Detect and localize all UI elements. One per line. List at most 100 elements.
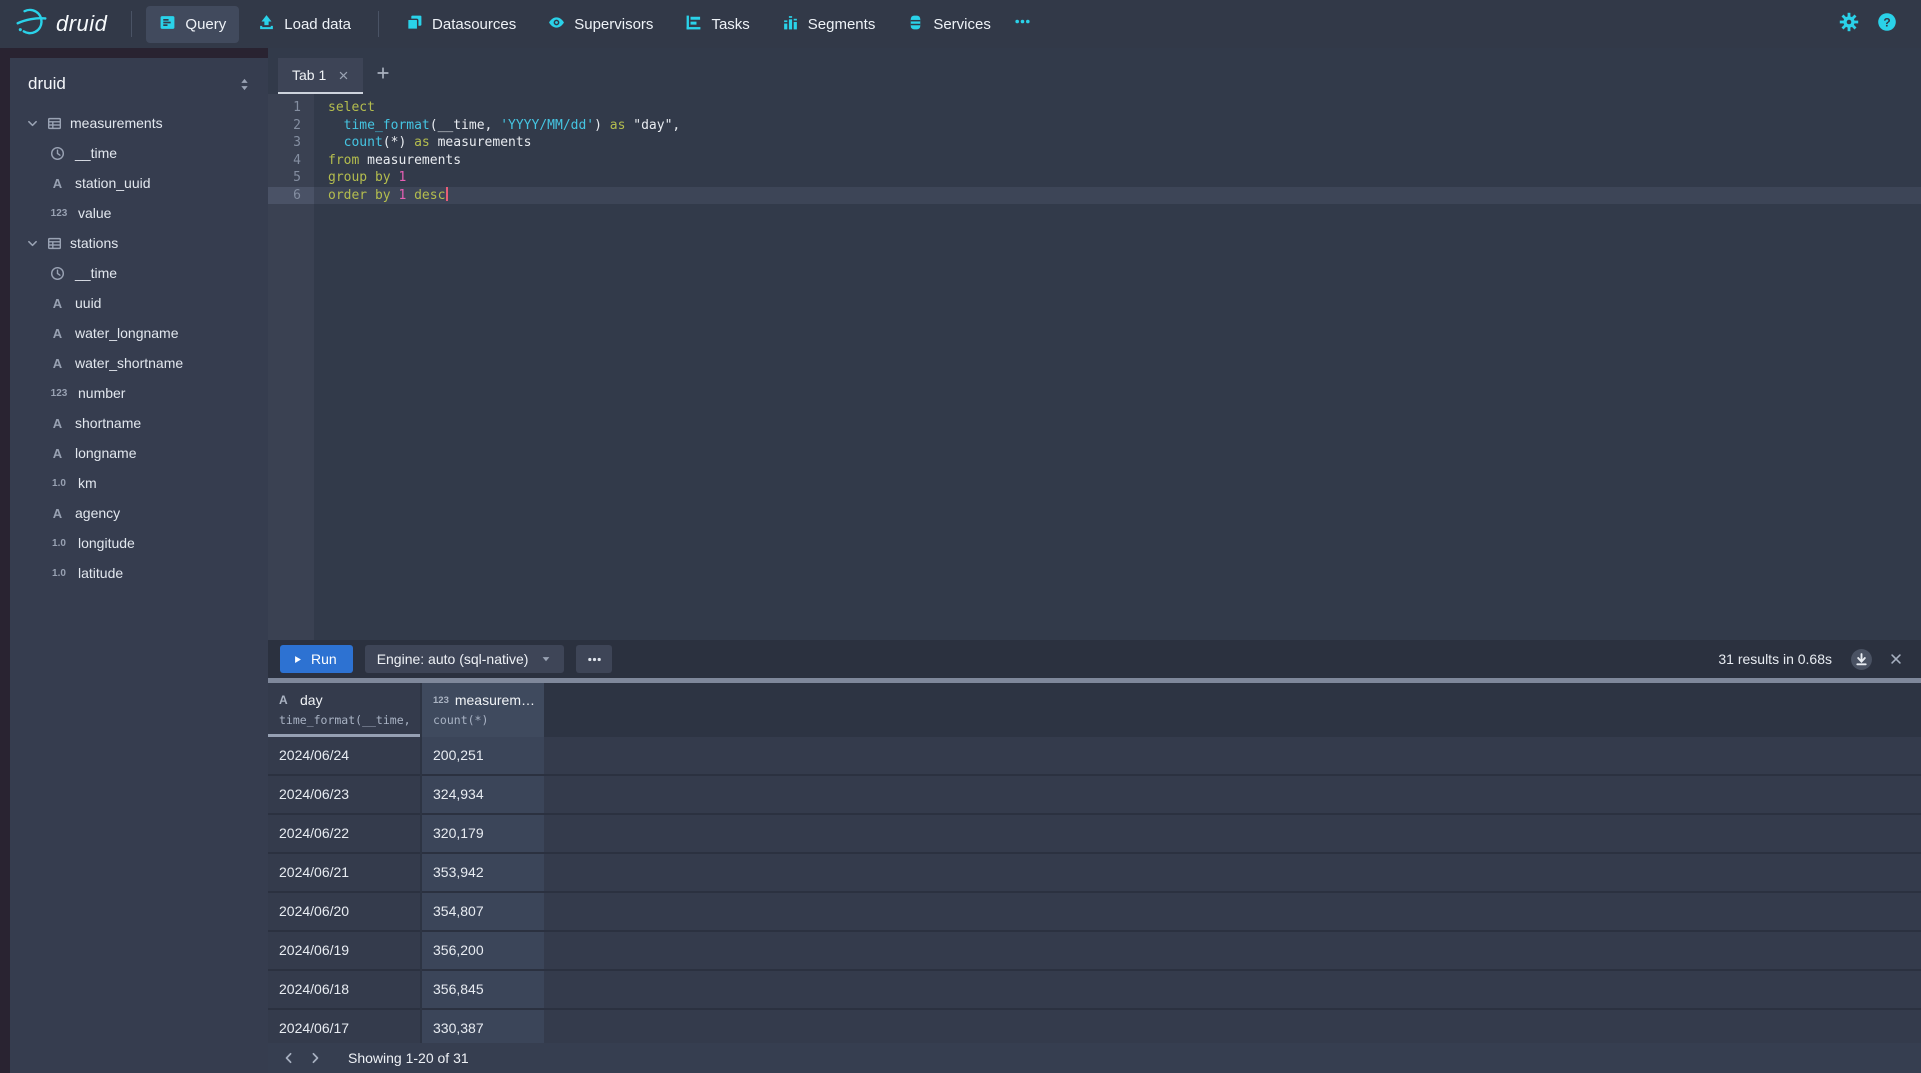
navbar-group-secondary: DatasourcesSupervisors Tasks Segments Servi… bbox=[393, 6, 1004, 43]
results-panel: Aday time_format(__time, … 123measurem… cou… bbox=[268, 683, 1921, 1043]
code-line-4: 4from measurements bbox=[268, 152, 1921, 170]
tree-column-shortname[interactable]: Ashortname bbox=[10, 408, 268, 438]
cell-measurements[interactable]: 356,845 bbox=[422, 971, 544, 1010]
cell-day[interactable]: 2024/06/23 bbox=[268, 776, 420, 815]
tree-table-stations[interactable]: stations bbox=[10, 228, 268, 258]
tree-column-water-shortname[interactable]: Awater_shortname bbox=[10, 348, 268, 378]
column-header-measurem-[interactable]: 123measurem… count(*) bbox=[422, 683, 544, 737]
cell-day[interactable]: 2024/06/20 bbox=[268, 893, 420, 932]
tree-column--time[interactable]: __time bbox=[10, 138, 268, 168]
cell-day[interactable]: 2024/06/22 bbox=[268, 815, 420, 854]
line-number: 4 bbox=[268, 152, 314, 170]
tree-column-uuid[interactable]: Auuid bbox=[10, 288, 268, 318]
tree-column-label: km bbox=[78, 475, 97, 491]
editor-lines: 1select2 time_format(__time, 'YYYY/MM/dd… bbox=[268, 99, 1921, 204]
cell-day[interactable]: 2024/06/24 bbox=[268, 737, 420, 776]
string-type-icon: A bbox=[50, 506, 65, 521]
download-results-button[interactable] bbox=[1850, 648, 1873, 671]
tree-column-latitude[interactable]: 1.0 latitude bbox=[10, 558, 268, 588]
column-header-day[interactable]: Aday time_format(__time, … bbox=[268, 683, 420, 737]
more-icon bbox=[587, 652, 602, 667]
double-caret-sort-icon[interactable] bbox=[237, 77, 252, 92]
query-more-button[interactable] bbox=[576, 645, 612, 673]
cell-measurements[interactable]: 320,179 bbox=[422, 815, 544, 854]
table-row: 2024/06/19356,200 bbox=[268, 932, 1921, 971]
nav-item-load-data[interactable]: Load data bbox=[245, 6, 364, 43]
next-page-button[interactable] bbox=[302, 1045, 328, 1071]
nav-more-button[interactable] bbox=[1004, 5, 1041, 43]
nav-item-supervisors[interactable]: Supervisors bbox=[535, 6, 666, 43]
tree-column-km[interactable]: 1.0km bbox=[10, 468, 268, 498]
tab-query-1[interactable]: Tab 1 bbox=[278, 58, 363, 94]
tree-column-label: latitude bbox=[78, 565, 123, 581]
segments-icon bbox=[782, 14, 799, 35]
line-number: 1 bbox=[268, 99, 314, 117]
cell-measurements[interactable]: 356,200 bbox=[422, 932, 544, 971]
tree-column-value[interactable]: 123value bbox=[10, 198, 268, 228]
column-header-name: 123measurem… bbox=[433, 692, 533, 708]
nav-item-segments[interactable]: Segments bbox=[769, 6, 889, 43]
table-row: 2024/06/21353,942 bbox=[268, 854, 1921, 893]
run-button[interactable]: Run bbox=[280, 645, 353, 673]
row-filler bbox=[544, 737, 1921, 776]
row-filler bbox=[544, 932, 1921, 971]
cell-measurements[interactable]: 200,251 bbox=[422, 737, 544, 776]
tree-column-agency[interactable]: Aagency bbox=[10, 498, 268, 528]
column-expression: time_format(__time, … bbox=[279, 713, 409, 727]
nav-item-tasks[interactable]: Tasks bbox=[672, 6, 762, 43]
code-line-1: 1select bbox=[268, 99, 1921, 117]
column-expression: count(*) bbox=[433, 713, 533, 727]
nav-item-services[interactable]: Services bbox=[894, 6, 1004, 43]
eye-icon bbox=[548, 14, 565, 35]
chevron-down-icon bbox=[26, 237, 39, 250]
tree-column-longitude[interactable]: 1.0 longitude bbox=[10, 528, 268, 558]
tab-label: Tab 1 bbox=[292, 67, 326, 83]
nav-item-query[interactable]: Query bbox=[146, 6, 239, 43]
float-type-icon: 1.0 bbox=[50, 538, 68, 549]
close-results-icon[interactable] bbox=[1889, 652, 1903, 666]
table-row: 2024/06/20354,807 bbox=[268, 893, 1921, 932]
string-type-icon: A bbox=[50, 446, 65, 461]
tree-column-number[interactable]: 123number bbox=[10, 378, 268, 408]
tab-close-icon[interactable] bbox=[338, 70, 349, 81]
settings-gear-button[interactable] bbox=[1839, 12, 1859, 37]
tree-column-label: agency bbox=[75, 505, 120, 521]
nav-item-label: Segments bbox=[808, 16, 876, 33]
table-row: 2024/06/23324,934 bbox=[268, 776, 1921, 815]
tree-column-water-longname[interactable]: Awater_longname bbox=[10, 318, 268, 348]
schema-selector[interactable]: druid bbox=[10, 58, 268, 100]
cell-measurements[interactable]: 324,934 bbox=[422, 776, 544, 815]
number-type-icon: 123 bbox=[50, 208, 68, 219]
cell-measurements[interactable]: 330,387 bbox=[422, 1010, 544, 1043]
column-tree: measurements__timeAstation_uuid123values… bbox=[10, 108, 268, 588]
tree-column-label: longitude bbox=[78, 535, 135, 551]
tree-column--time[interactable]: __time bbox=[10, 258, 268, 288]
code-text: order by 1 desc bbox=[314, 187, 448, 205]
sql-editor[interactable]: 1select2 time_format(__time, 'YYYY/MM/dd… bbox=[268, 94, 1921, 640]
tree-column-station-uuid[interactable]: Astation_uuid bbox=[10, 168, 268, 198]
gantt-icon bbox=[685, 14, 702, 35]
tree-table-measurements[interactable]: measurements bbox=[10, 108, 268, 138]
tree-column-longname[interactable]: Alongname bbox=[10, 438, 268, 468]
upload-icon bbox=[258, 14, 275, 35]
nav-item-datasources[interactable]: Datasources bbox=[393, 6, 529, 43]
cell-day[interactable]: 2024/06/19 bbox=[268, 932, 420, 971]
chevron-down-icon bbox=[26, 117, 39, 130]
tree-column-label: __time bbox=[75, 265, 117, 281]
cell-day[interactable]: 2024/06/17 bbox=[268, 1010, 420, 1043]
column-header-name: Aday bbox=[279, 692, 409, 708]
string-type-icon: A bbox=[50, 416, 65, 431]
engine-select[interactable]: Engine: auto (sql-native) bbox=[365, 645, 565, 673]
new-tab-button[interactable] bbox=[363, 57, 403, 94]
code-text: from measurements bbox=[314, 152, 461, 170]
cell-measurements[interactable]: 354,807 bbox=[422, 893, 544, 932]
nav-item-label: Tasks bbox=[711, 16, 749, 33]
help-button[interactable]: ? bbox=[1877, 12, 1897, 37]
text-cursor bbox=[446, 187, 448, 201]
float-type-icon: 1.0 bbox=[50, 568, 68, 579]
cell-day[interactable]: 2024/06/21 bbox=[268, 854, 420, 893]
prev-page-button[interactable] bbox=[276, 1045, 302, 1071]
cell-day[interactable]: 2024/06/18 bbox=[268, 971, 420, 1010]
pagination-label: Showing 1-20 of 31 bbox=[348, 1050, 469, 1066]
cell-measurements[interactable]: 353,942 bbox=[422, 854, 544, 893]
